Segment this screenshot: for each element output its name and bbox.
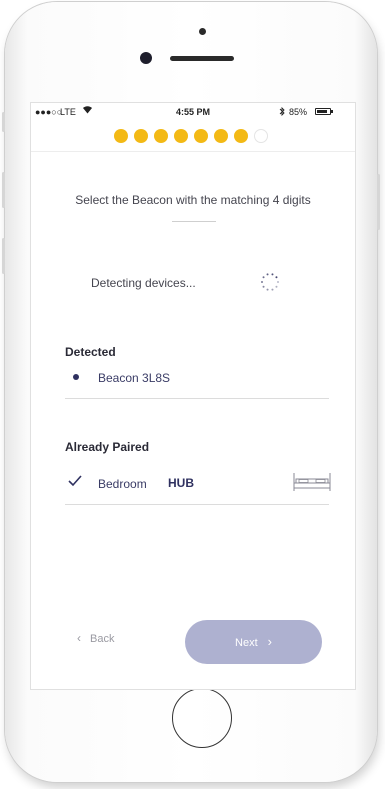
wifi-icon (82, 105, 93, 117)
front-camera (199, 28, 206, 35)
progress-step-dot (134, 129, 148, 143)
instruction-text: Select the Beacon with the matching 4 di… (75, 193, 311, 207)
volume-down-button (2, 238, 5, 274)
spinner-dot (275, 285, 278, 288)
spinner-dot (271, 288, 274, 291)
proximity-sensor (140, 52, 152, 64)
earpiece-speaker (170, 56, 234, 61)
home-button[interactable] (172, 688, 232, 748)
status-bar: ●●●○○ LTE 4:55 PM 85% (31, 103, 355, 123)
app-screen: ●●●○○ LTE 4:55 PM 85% Select the Beacon … (31, 103, 355, 689)
next-button[interactable]: Next › (185, 620, 322, 664)
back-button[interactable]: ‹ Back (77, 631, 114, 645)
signal-strength: ●●●○○ (35, 107, 63, 117)
spinner-dot (261, 281, 263, 283)
hub-tag: HUB (168, 476, 194, 490)
spinner-dot (262, 285, 265, 288)
bullet-icon (73, 374, 79, 380)
chevron-left-icon: ‹ (77, 631, 81, 645)
progress-step-dot (154, 129, 168, 143)
loading-spinner-icon (261, 273, 279, 291)
device-label: Beacon 3L8S (98, 371, 171, 385)
progress-step-dot (174, 129, 188, 143)
progress-step-dot (114, 129, 128, 143)
already-paired-title: Already Paired (65, 440, 150, 454)
list-item-detected[interactable]: Beacon 3L8S (65, 359, 329, 399)
spinner-dot (266, 288, 269, 291)
battery-percent: 85% (289, 107, 308, 117)
detected-title: Detected (65, 345, 116, 359)
back-label: Back (90, 633, 115, 645)
checkmark-icon (68, 475, 82, 487)
list-item-paired[interactable]: Bedroom HUB (65, 465, 331, 505)
battery-icon (315, 108, 333, 115)
progress-step-dot (194, 129, 208, 143)
chevron-right-icon: › (267, 634, 272, 649)
progress-step-dot (254, 129, 268, 143)
detecting-label: Detecting devices... (91, 276, 196, 290)
volume-up-button (2, 172, 5, 208)
clock: 4:55 PM (176, 107, 211, 117)
paired-device-label: Bedroom (98, 477, 147, 491)
progress-step-dot (234, 129, 248, 143)
spinner-dot (271, 273, 274, 276)
power-button (377, 174, 380, 230)
header-divider (31, 151, 355, 152)
mute-switch (2, 112, 5, 132)
spinner-dot (275, 276, 278, 279)
step-progress (31, 125, 355, 149)
progress-step-dot (214, 129, 228, 143)
carrier-label: LTE (60, 107, 76, 117)
instruction-divider (172, 221, 216, 222)
next-label: Next (235, 637, 258, 649)
spinner-dot (262, 276, 265, 279)
bluetooth-icon (279, 106, 285, 118)
spinner-dot (266, 273, 269, 276)
spinner-dot (277, 281, 279, 283)
bed-icon (293, 473, 331, 491)
